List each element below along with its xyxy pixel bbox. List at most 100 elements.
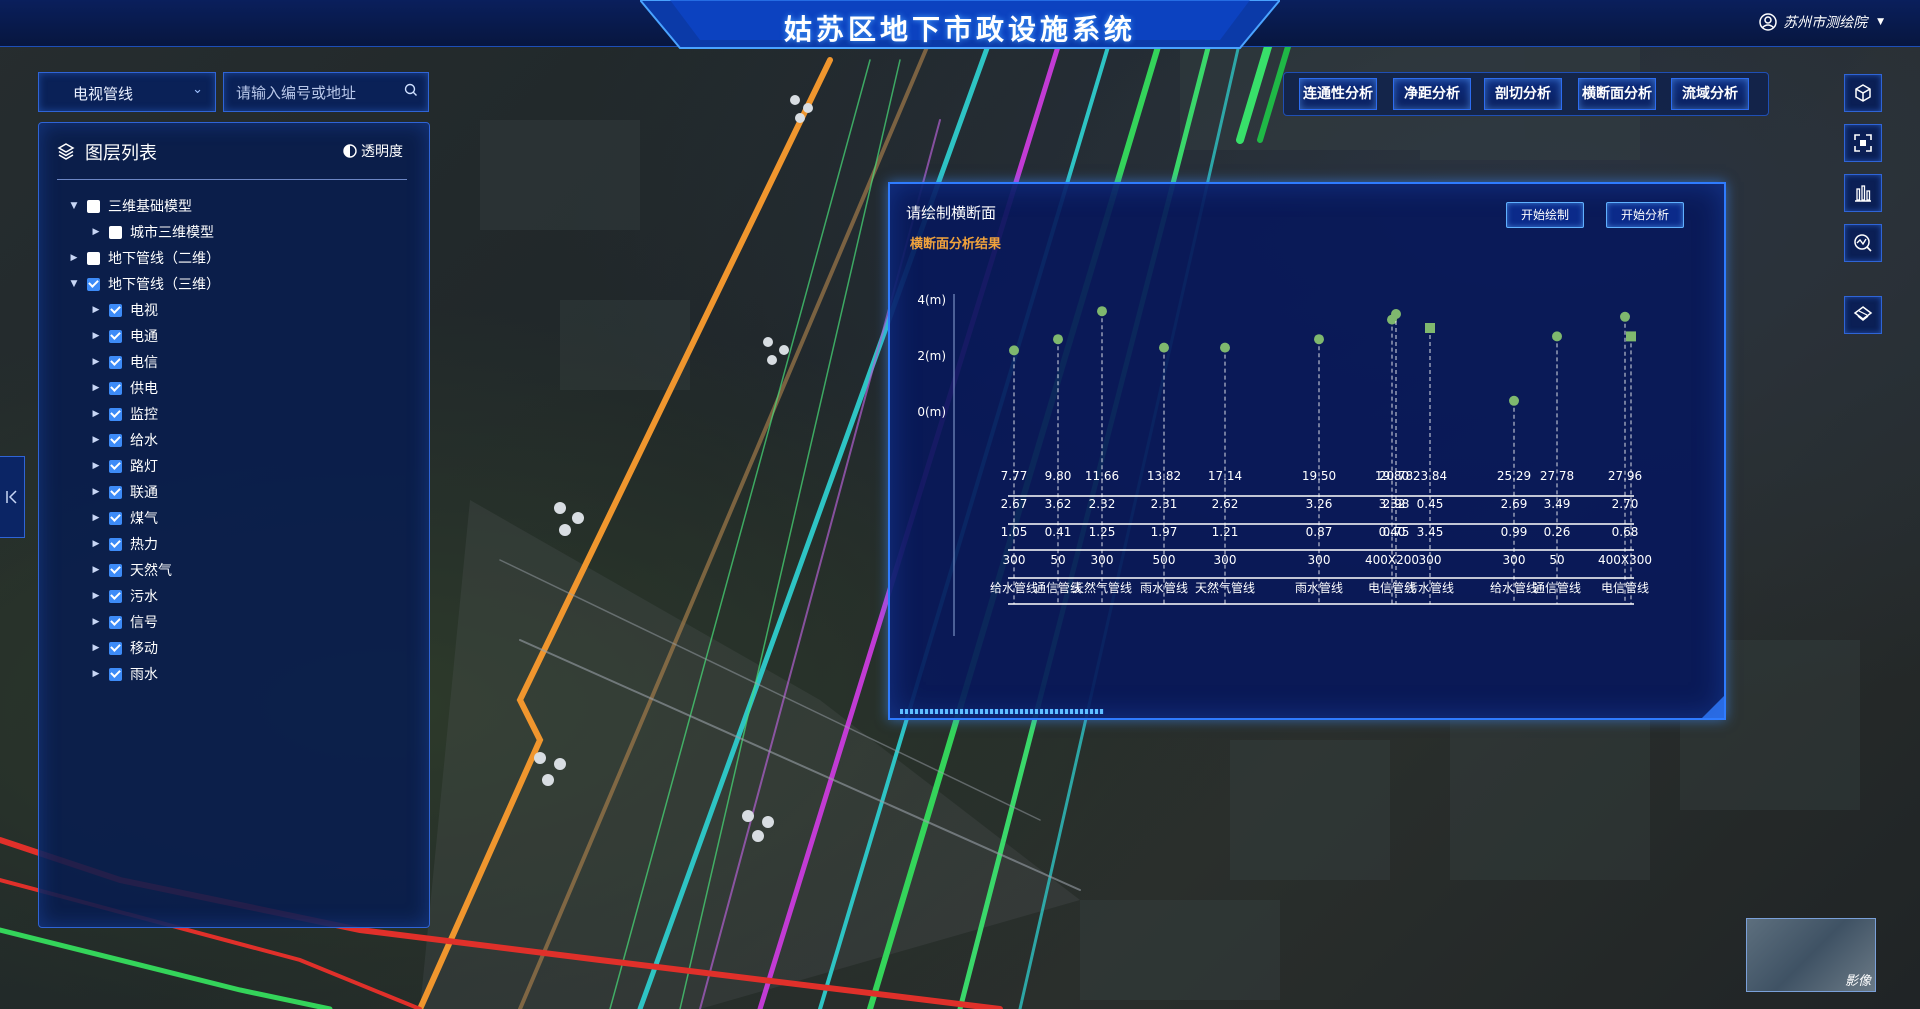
caret-right-icon[interactable]: ▶ xyxy=(91,409,101,419)
layer-tree-node[interactable]: ▶ 污水 xyxy=(69,583,409,609)
tool-full-extent[interactable] xyxy=(1844,124,1882,162)
layer-checkbox[interactable] xyxy=(87,251,100,265)
pipe-point xyxy=(1509,395,1519,406)
caret-right-icon[interactable]: ▶ xyxy=(91,617,101,627)
layer-label: 信号 xyxy=(130,615,158,631)
layer-tree-node[interactable]: ▶ 电视 xyxy=(69,297,409,323)
layer-checkbox[interactable] xyxy=(109,537,122,551)
layer-checkbox[interactable] xyxy=(109,303,122,317)
pipe-point xyxy=(1159,342,1169,353)
basemap-switcher[interactable]: 影像 xyxy=(1746,918,1876,992)
layer-checkbox[interactable] xyxy=(109,355,122,369)
layer-tree-node[interactable]: ▶ 电通 xyxy=(69,323,409,349)
pipe-attr-label: 13.82 xyxy=(1147,469,1181,483)
caret-right-icon[interactable]: ▶ xyxy=(91,305,101,315)
caret-down-icon[interactable]: ▼ xyxy=(69,279,79,289)
pipe-attr-label: 27.96 xyxy=(1608,469,1642,483)
tool-3d-model[interactable] xyxy=(1844,74,1882,112)
caret-right-icon[interactable]: ▶ xyxy=(91,539,101,549)
layer-tree-node[interactable]: ▶ 供电 xyxy=(69,375,409,401)
layer-label: 天然气 xyxy=(130,563,172,579)
caret-right-icon[interactable]: ▶ xyxy=(91,565,101,575)
layer-checkbox[interactable] xyxy=(109,485,122,499)
progress-tick xyxy=(975,709,978,714)
caret-right-icon[interactable]: ▶ xyxy=(69,253,79,263)
layer-tree-node[interactable]: ▶ 电信 xyxy=(69,349,409,375)
layer-checkbox[interactable] xyxy=(87,277,100,291)
progress-tick xyxy=(1075,709,1078,714)
opacity-toggle[interactable]: 透明度 xyxy=(343,141,403,161)
layer-checkbox[interactable] xyxy=(109,381,122,395)
caret-right-icon[interactable]: ▶ xyxy=(91,331,101,341)
progress-tick xyxy=(1020,709,1023,714)
layer-tree-node[interactable]: ▶ 联通 xyxy=(69,479,409,505)
layer-tree-node[interactable]: ▶ 信号 xyxy=(69,609,409,635)
user-menu[interactable]: 苏州市测绘院 ▼ xyxy=(1759,12,1884,32)
section-cut-analysis-button[interactable]: 剖切分析 xyxy=(1484,78,1562,110)
caret-down-icon[interactable]: ▼ xyxy=(69,201,79,211)
layer-tree-node[interactable]: ▶ 热力 xyxy=(69,531,409,557)
tool-query[interactable] xyxy=(1844,224,1882,262)
layer-checkbox[interactable] xyxy=(109,589,122,603)
watershed-analysis-button[interactable]: 流域分析 xyxy=(1671,78,1749,110)
caret-right-icon[interactable]: ▶ xyxy=(91,591,101,601)
caret-right-icon[interactable]: ▶ xyxy=(91,669,101,679)
layer-checkbox[interactable] xyxy=(109,615,122,629)
connectivity-analysis-button[interactable]: 连通性分析 xyxy=(1299,78,1377,110)
tool-statistics[interactable] xyxy=(1844,174,1882,212)
layer-checkbox[interactable] xyxy=(109,433,122,447)
pipe-attr-label: 17.14 xyxy=(1208,469,1242,483)
layer-tree-node[interactable]: ▶ 地下管线（二维） xyxy=(69,245,409,271)
pipeline-type-select[interactable]: 电视管线 ⌄ xyxy=(38,72,216,112)
pipe-attr-label: 400X300 xyxy=(1598,553,1652,567)
progress-tick xyxy=(910,709,913,714)
progress-tick xyxy=(955,709,958,714)
layer-tree-node[interactable]: ▶ 监控 xyxy=(69,401,409,427)
layer-checkbox[interactable] xyxy=(109,407,122,421)
layer-checkbox[interactable] xyxy=(87,199,100,213)
layer-tree-node[interactable]: ▶ 天然气 xyxy=(69,557,409,583)
pipe-point xyxy=(1053,334,1063,345)
layer-tree-node[interactable]: ▶ 煤气 xyxy=(69,505,409,531)
layer-tree-node[interactable]: ▶ 路灯 xyxy=(69,453,409,479)
tool-layers[interactable] xyxy=(1844,296,1882,334)
layer-tree-node[interactable]: ▶ 移动 xyxy=(69,635,409,661)
layer-panel-header: 图层列表 透明度 xyxy=(57,139,407,180)
caret-right-icon[interactable]: ▶ xyxy=(91,383,101,393)
layer-tree-node[interactable]: ▶ 城市三维模型 xyxy=(69,219,409,245)
layer-checkbox[interactable] xyxy=(109,563,122,577)
layer-tree-node[interactable]: ▶ 给水 xyxy=(69,427,409,453)
clearance-analysis-button[interactable]: 净距分析 xyxy=(1393,78,1471,110)
progress-tick xyxy=(1045,709,1048,714)
layer-tree-node[interactable]: ▶ 雨水 xyxy=(69,661,409,687)
start-draw-button[interactable]: 开始绘制 xyxy=(1506,202,1584,228)
pipe-attr-label: 0.26 xyxy=(1544,525,1571,539)
caret-right-icon[interactable]: ▶ xyxy=(91,461,101,471)
search-input[interactable] xyxy=(234,81,398,105)
caret-right-icon[interactable]: ▶ xyxy=(91,513,101,523)
progress-tick xyxy=(915,709,918,714)
layer-checkbox[interactable] xyxy=(109,329,122,343)
layer-label: 城市三维模型 xyxy=(130,225,214,241)
panel-collapse-button[interactable] xyxy=(0,456,25,538)
caret-right-icon[interactable]: ▶ xyxy=(91,227,101,237)
caret-right-icon[interactable]: ▶ xyxy=(91,357,101,367)
layer-checkbox[interactable] xyxy=(109,459,122,473)
pipe-attr-label: 27.78 xyxy=(1540,469,1574,483)
cross-section-analysis-button[interactable]: 横断面分析 xyxy=(1578,78,1656,110)
layer-tree-node[interactable]: ▼ 三维基础模型 xyxy=(69,193,409,219)
caret-right-icon[interactable]: ▶ xyxy=(91,435,101,445)
layer-checkbox[interactable] xyxy=(109,225,122,239)
start-analysis-button[interactable]: 开始分析 xyxy=(1606,202,1684,228)
pipe-attr-label: 3.26 xyxy=(1306,497,1333,511)
layer-tree-node[interactable]: ▼ 地下管线（三维） xyxy=(69,271,409,297)
layer-checkbox[interactable] xyxy=(109,511,122,525)
progress-tick xyxy=(995,709,998,714)
layer-checkbox[interactable] xyxy=(109,641,122,655)
caret-right-icon[interactable]: ▶ xyxy=(91,487,101,497)
layer-label: 地下管线（二维） xyxy=(108,251,220,267)
search-icon[interactable] xyxy=(404,83,418,97)
progress-tick xyxy=(1030,709,1033,714)
caret-right-icon[interactable]: ▶ xyxy=(91,643,101,653)
layer-checkbox[interactable] xyxy=(109,667,122,681)
